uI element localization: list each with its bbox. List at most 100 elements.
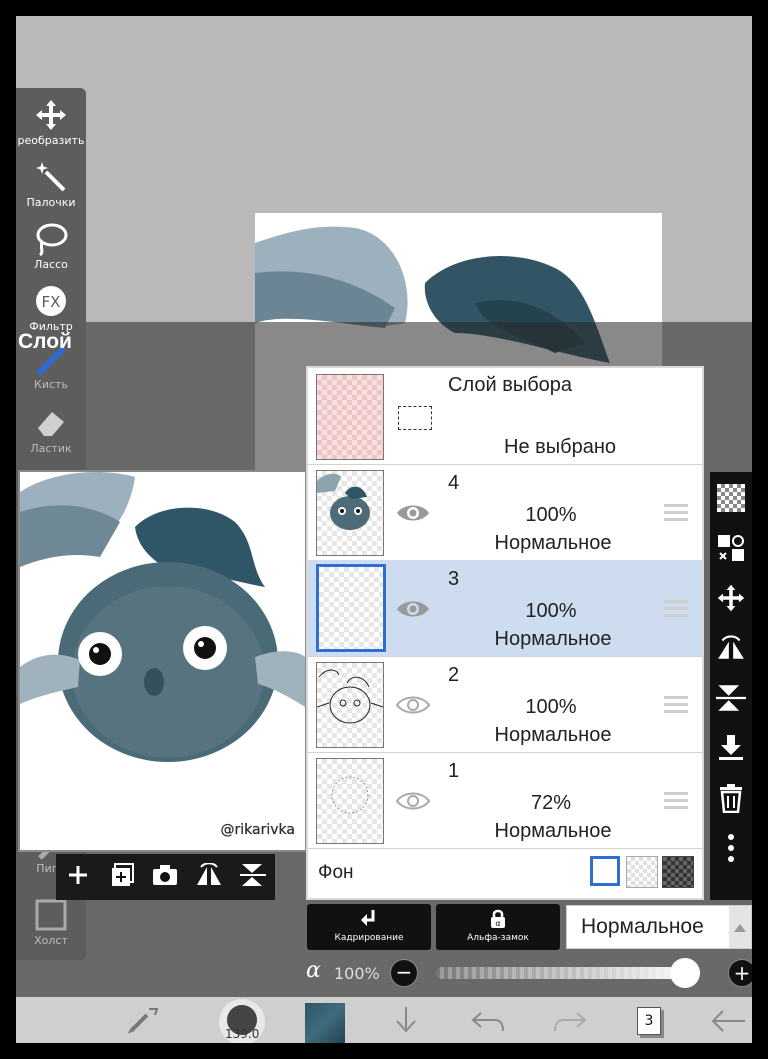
crop-button-label: Кадрирование xyxy=(334,933,404,943)
layer-number: 2 xyxy=(448,664,460,686)
tool-magic-wand[interactable]: Палочки xyxy=(16,160,86,209)
layer-row[interactable]: 2 100% Нормальное xyxy=(308,656,702,753)
alpha-value: 100% xyxy=(334,964,380,983)
svg-text:α: α xyxy=(495,919,500,928)
layers-count-icon[interactable]: 3 xyxy=(637,1007,661,1035)
camera-icon[interactable] xyxy=(147,864,183,891)
background-dark-swatch[interactable] xyxy=(662,856,694,888)
tool-label: Лассо xyxy=(34,258,68,271)
preview-artwork xyxy=(20,472,305,762)
brush-size-avatar[interactable]: 139.0 xyxy=(219,999,265,1043)
right-toolbar xyxy=(710,472,752,900)
app-screen: реобразить Палочки Лассо FX Фильтр Кисть… xyxy=(16,16,752,1043)
flip-vertical-icon[interactable] xyxy=(710,678,752,718)
opacity-slider-knob[interactable] xyxy=(670,958,700,988)
drag-handle-icon[interactable] xyxy=(664,504,688,524)
merge-down-icon[interactable] xyxy=(710,728,752,768)
tool-label: Кисть xyxy=(34,378,68,391)
chevron-up-icon xyxy=(729,906,751,948)
drag-handle-icon[interactable] xyxy=(664,696,688,716)
current-color-swatch[interactable] xyxy=(305,1003,345,1043)
layer-panel-title: Слой xyxy=(18,330,72,353)
trash-icon[interactable] xyxy=(710,778,752,818)
tool-label: Ластик xyxy=(30,442,72,455)
opacity-increase-button[interactable]: + xyxy=(728,959,752,987)
selection-layer-row[interactable]: Слой выбора Не выбрано xyxy=(308,368,702,465)
layer-row-selected[interactable]: 3 100% Нормальное xyxy=(308,560,702,657)
tool-canvas[interactable]: Холст xyxy=(16,898,86,947)
layer-blend-mode: Нормальное xyxy=(494,532,612,554)
visibility-eye-icon[interactable] xyxy=(396,694,430,716)
layer-opacity: 100% xyxy=(525,504,577,526)
opacity-decrease-button[interactable]: − xyxy=(390,959,418,987)
tool-label: реобразить xyxy=(17,134,85,147)
background-row: Фон xyxy=(308,848,702,898)
magic-wand-icon xyxy=(36,162,66,192)
background-white-swatch[interactable] xyxy=(590,856,620,886)
back-arrow-icon[interactable] xyxy=(711,1009,747,1037)
layer-blend-mode: Нормальное xyxy=(494,628,612,650)
layer-thumbnail xyxy=(316,662,384,748)
flip-horizontal-icon[interactable] xyxy=(191,861,227,892)
tool-transform[interactable]: реобразить xyxy=(16,98,86,147)
crop-button[interactable]: Кадрирование xyxy=(307,904,431,950)
layer-opacity: 100% xyxy=(525,600,577,622)
download-arrow-icon[interactable] xyxy=(391,1005,421,1039)
preview-toolbar xyxy=(56,854,275,900)
redo-icon[interactable] xyxy=(553,1009,587,1037)
svg-text:FX: FX xyxy=(42,293,61,311)
layer-opacity: 72% xyxy=(530,792,572,814)
brush-size-label: 139.0 xyxy=(225,1027,260,1041)
alpha-lock-button[interactable]: α Альфа-замок xyxy=(436,904,560,950)
drag-handle-icon[interactable] xyxy=(664,792,688,812)
bottom-toolbar: 139.0 3 xyxy=(99,997,752,1043)
alpha-lock-label: Альфа-замок xyxy=(467,933,529,943)
lock-icon: α xyxy=(491,909,505,928)
fx-icon: FX xyxy=(36,286,66,316)
visibility-eye-icon[interactable] xyxy=(396,502,430,524)
selection-layer-thumbnail xyxy=(316,374,384,460)
background-transparent-swatch[interactable] xyxy=(626,856,658,888)
brush-swap-icon[interactable] xyxy=(127,1005,163,1039)
flip-horizontal-icon[interactable] xyxy=(710,628,752,668)
blend-mode-value: Нормальное xyxy=(581,915,704,938)
selection-layer-status: Не выбрано xyxy=(504,436,616,458)
add-layer-box-icon[interactable] xyxy=(104,862,140,893)
checker-icon[interactable] xyxy=(710,478,752,518)
undo-icon[interactable] xyxy=(471,1009,505,1037)
move-arrows-icon xyxy=(36,100,66,130)
opacity-row: α 100% − + xyxy=(16,958,752,990)
more-options-icon[interactable] xyxy=(710,828,752,868)
layer-number: 1 xyxy=(448,760,460,782)
layer-thumbnail xyxy=(316,470,384,556)
tool-label: Холст xyxy=(34,934,68,947)
add-layer-icon[interactable] xyxy=(60,864,96,891)
visibility-eye-icon[interactable] xyxy=(396,598,430,620)
bottom-left-panel xyxy=(16,997,99,1043)
tool-lasso[interactable]: Лассо xyxy=(16,222,86,271)
drag-handle-icon[interactable] xyxy=(664,600,688,620)
swap-layer-icon[interactable] xyxy=(710,528,752,568)
layer-row[interactable]: 1 72% Нормальное xyxy=(308,752,702,849)
blend-mode-select[interactable]: Нормальное xyxy=(566,905,752,949)
background-label: Фон xyxy=(318,862,354,883)
layer-opacity: 100% xyxy=(525,696,577,718)
flip-vertical-icon[interactable] xyxy=(235,862,271,893)
layer-number: 3 xyxy=(448,568,460,590)
selection-layer-name: Слой выбора xyxy=(448,374,573,396)
crop-arrow-icon xyxy=(361,910,375,926)
layer-row[interactable]: 4 100% Нормальное xyxy=(308,464,702,561)
watermark-text: @rikarivka xyxy=(220,822,295,838)
tool-filter[interactable]: FX Фильтр xyxy=(16,284,86,333)
move-icon[interactable] xyxy=(710,578,752,618)
eraser-icon xyxy=(38,412,64,436)
lasso-icon xyxy=(36,223,68,256)
tool-eraser[interactable]: Ластик xyxy=(16,406,86,455)
tool-label: Палочки xyxy=(26,196,76,209)
layer-number: 4 xyxy=(448,472,460,494)
layer-blend-mode: Нормальное xyxy=(494,724,612,746)
layer-thumbnail xyxy=(316,564,386,652)
opacity-slider-track[interactable] xyxy=(436,967,700,979)
layer-preview: @rikarivka xyxy=(18,470,307,852)
visibility-eye-icon[interactable] xyxy=(396,790,430,812)
